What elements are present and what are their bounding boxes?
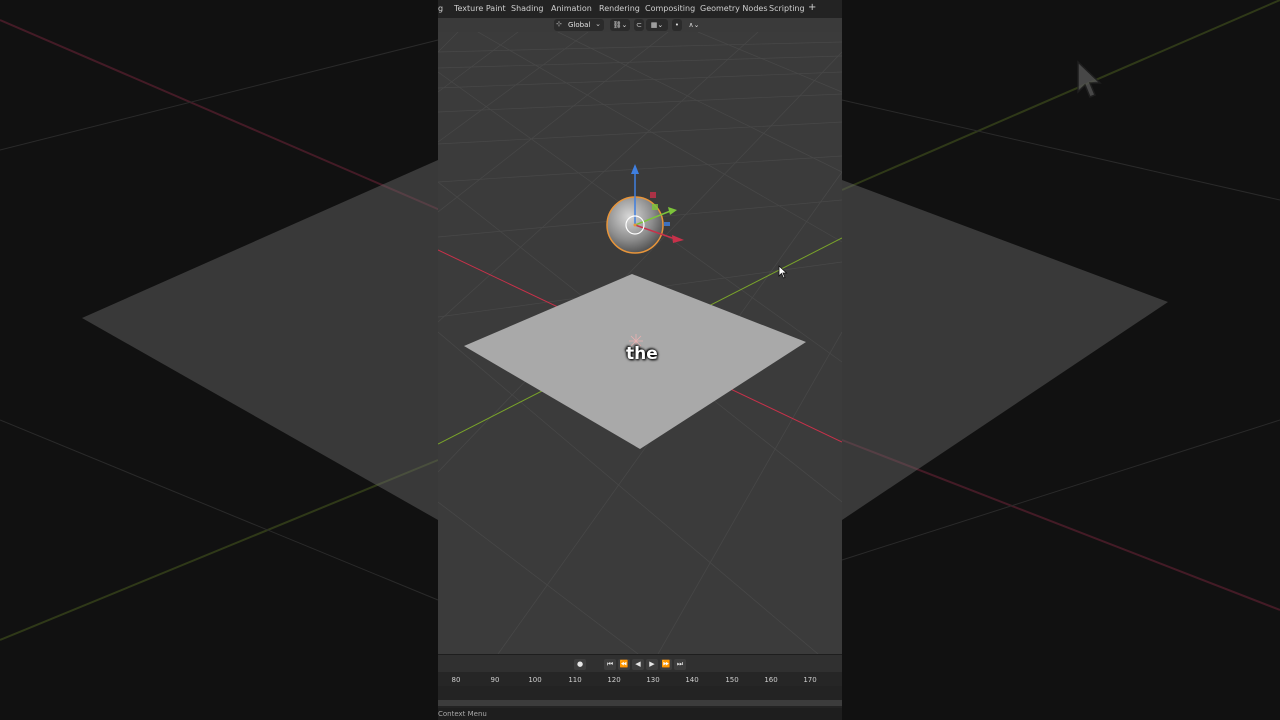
frame-tick: 130	[646, 676, 660, 684]
jump-start-icon: ⏮	[606, 660, 614, 668]
frame-tick: 80	[451, 676, 461, 684]
frame-tick: 120	[607, 676, 621, 684]
record-button[interactable]: ●	[574, 659, 586, 670]
snap-target-dropdown[interactable]: ▦⌄	[646, 19, 668, 31]
tab-geometry-nodes[interactable]: Geometry Nodes	[700, 4, 767, 13]
snap-grid-icon: ▦⌄	[650, 21, 664, 29]
tab-rendering[interactable]: Rendering	[599, 4, 640, 13]
jump-keyframe-back-button[interactable]: ⏪	[618, 659, 630, 670]
tab-scripting[interactable]: Scripting	[769, 4, 805, 13]
tab-shading[interactable]: Shading	[511, 4, 544, 13]
play-reverse-icon: ◀	[635, 660, 641, 668]
add-workspace-button[interactable]: +	[808, 2, 816, 13]
tab-layout[interactable]: g	[438, 4, 443, 13]
status-hint: Context Menu	[438, 710, 487, 718]
viewport-header: ⊹ Global ⌄ ⛓⌄ ⊂ ▦⌄ • ∧⌄	[438, 18, 842, 32]
3d-viewport[interactable]	[438, 31, 842, 655]
falloff-curve-icon: ∧⌄	[688, 21, 700, 29]
frame-tick: 90	[490, 676, 500, 684]
cursor-icon-large	[1076, 60, 1106, 106]
play-reverse-button[interactable]: ◀	[632, 659, 644, 670]
cursor-icon	[778, 264, 788, 283]
workspace-tabs-bar: g Texture Paint Shading Animation Render…	[438, 0, 842, 18]
jump-start-button[interactable]: ⏮	[604, 659, 616, 670]
frame-tick: 140	[685, 676, 699, 684]
frame-tick: 170	[803, 676, 817, 684]
snap-toggle[interactable]: ⊂	[634, 19, 644, 31]
frame-tick: 160	[764, 676, 778, 684]
chevron-down-icon: ⌄	[595, 20, 601, 28]
proportional-edit-icon: •	[674, 21, 680, 29]
play-icon: ▶	[649, 660, 655, 668]
frame-tick: 150	[725, 676, 739, 684]
frame-tick: 100	[528, 676, 542, 684]
frame-tick: 110	[568, 676, 582, 684]
keyframe-back-icon: ⏪	[619, 660, 629, 668]
tab-texture-paint[interactable]: Texture Paint	[454, 4, 506, 13]
magnet-icon: ⊂	[636, 21, 642, 29]
transform-orientation-icon: ⊹	[556, 20, 562, 28]
tab-compositing[interactable]: Compositing	[645, 4, 695, 13]
blender-window: g Texture Paint Shading Animation Render…	[438, 0, 842, 720]
status-bar: Context Menu	[438, 708, 842, 720]
horizontal-scrollbar[interactable]	[438, 700, 842, 706]
subtitle-caption: the	[626, 344, 658, 364]
timeline-header: ● ⏮ ⏪ ◀ ▶ ⏩ ⏭	[438, 654, 842, 673]
jump-keyframe-forward-button[interactable]: ⏩	[660, 659, 672, 670]
orientation-label: Global	[568, 21, 591, 29]
link-icon: ⛓⌄	[612, 21, 628, 29]
transform-orientation-dropdown[interactable]: ⊹ Global ⌄	[554, 19, 604, 31]
keyframe-forward-icon: ⏩	[661, 660, 671, 668]
timeline-editor: ● ⏮ ⏪ ◀ ▶ ⏩ ⏭ 80 90 100 110 120 130 140 …	[438, 654, 842, 720]
play-button[interactable]: ▶	[646, 659, 658, 670]
record-icon: ●	[576, 660, 584, 668]
falloff-dropdown[interactable]: ∧⌄	[684, 19, 704, 31]
viewport-scene	[438, 31, 842, 655]
jump-end-button[interactable]: ⏭	[674, 659, 686, 670]
frame-ruler[interactable]: 80 90 100 110 120 130 140 150 160 170	[438, 672, 842, 686]
tab-animation[interactable]: Animation	[551, 4, 592, 13]
proportional-edit-toggle[interactable]: •	[672, 19, 682, 31]
jump-end-icon: ⏭	[676, 660, 684, 668]
pivot-point-dropdown[interactable]: ⛓⌄	[610, 19, 630, 31]
